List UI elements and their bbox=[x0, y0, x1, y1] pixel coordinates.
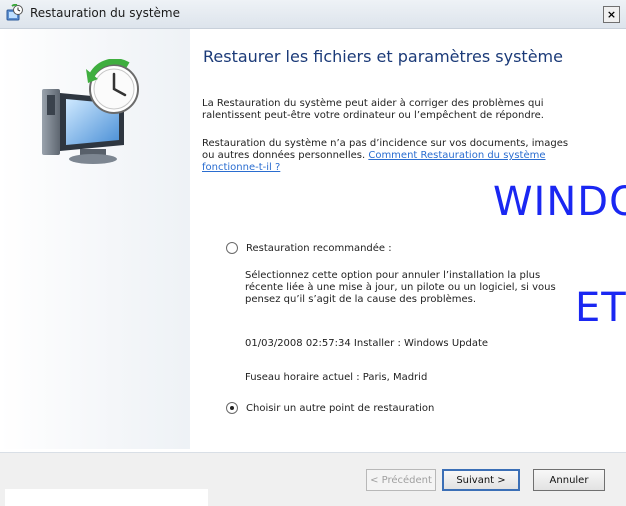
main-content: Restaurer les fichiers et paramètres sys… bbox=[200, 29, 626, 449]
radio-recommended[interactable] bbox=[226, 242, 238, 254]
intro-text: La Restauration du système peut aider à … bbox=[202, 98, 544, 121]
cancel-button[interactable]: Annuler bbox=[533, 469, 605, 491]
overlay-text-et: ET bbox=[575, 285, 626, 331]
computer-clock-restore-icon bbox=[40, 58, 150, 169]
restore-point-info: 01/03/2008 02:57:34 Installer : Windows … bbox=[245, 338, 489, 349]
sidebar-panel bbox=[0, 29, 190, 449]
page-title: Restaurer les fichiers et paramètres sys… bbox=[203, 47, 563, 66]
window-title: Restauration du système bbox=[30, 6, 180, 20]
system-restore-icon bbox=[4, 3, 24, 24]
next-button[interactable]: Suivant > bbox=[442, 469, 520, 491]
option-recommended[interactable]: Restauration recommandée : bbox=[226, 242, 392, 254]
close-button[interactable]: × bbox=[603, 6, 620, 23]
radio-choose-other[interactable] bbox=[226, 402, 238, 414]
timezone-info: Fuseau horaire actuel : Paris, Madrid bbox=[245, 372, 428, 383]
overlay-text-windo: WINDO bbox=[493, 179, 626, 225]
system-restore-window: Restauration du système × Restaurer les … bbox=[0, 0, 626, 506]
option-choose-other[interactable]: Choisir un autre point de restauration bbox=[226, 402, 434, 414]
option-choose-other-label: Choisir un autre point de restauration bbox=[246, 402, 435, 414]
title-bar: Restauration du système × bbox=[0, 0, 626, 29]
close-icon: × bbox=[606, 8, 617, 21]
previous-button[interactable]: < Précédent bbox=[366, 469, 436, 491]
option-recommended-label: Restauration recommandée : bbox=[246, 242, 392, 254]
recommended-description: Sélectionnez cette option pour annuler l… bbox=[245, 270, 556, 305]
blank-overlay-patch bbox=[5, 489, 208, 506]
info-text: Restauration du système n’a pas d’incide… bbox=[202, 138, 572, 174]
